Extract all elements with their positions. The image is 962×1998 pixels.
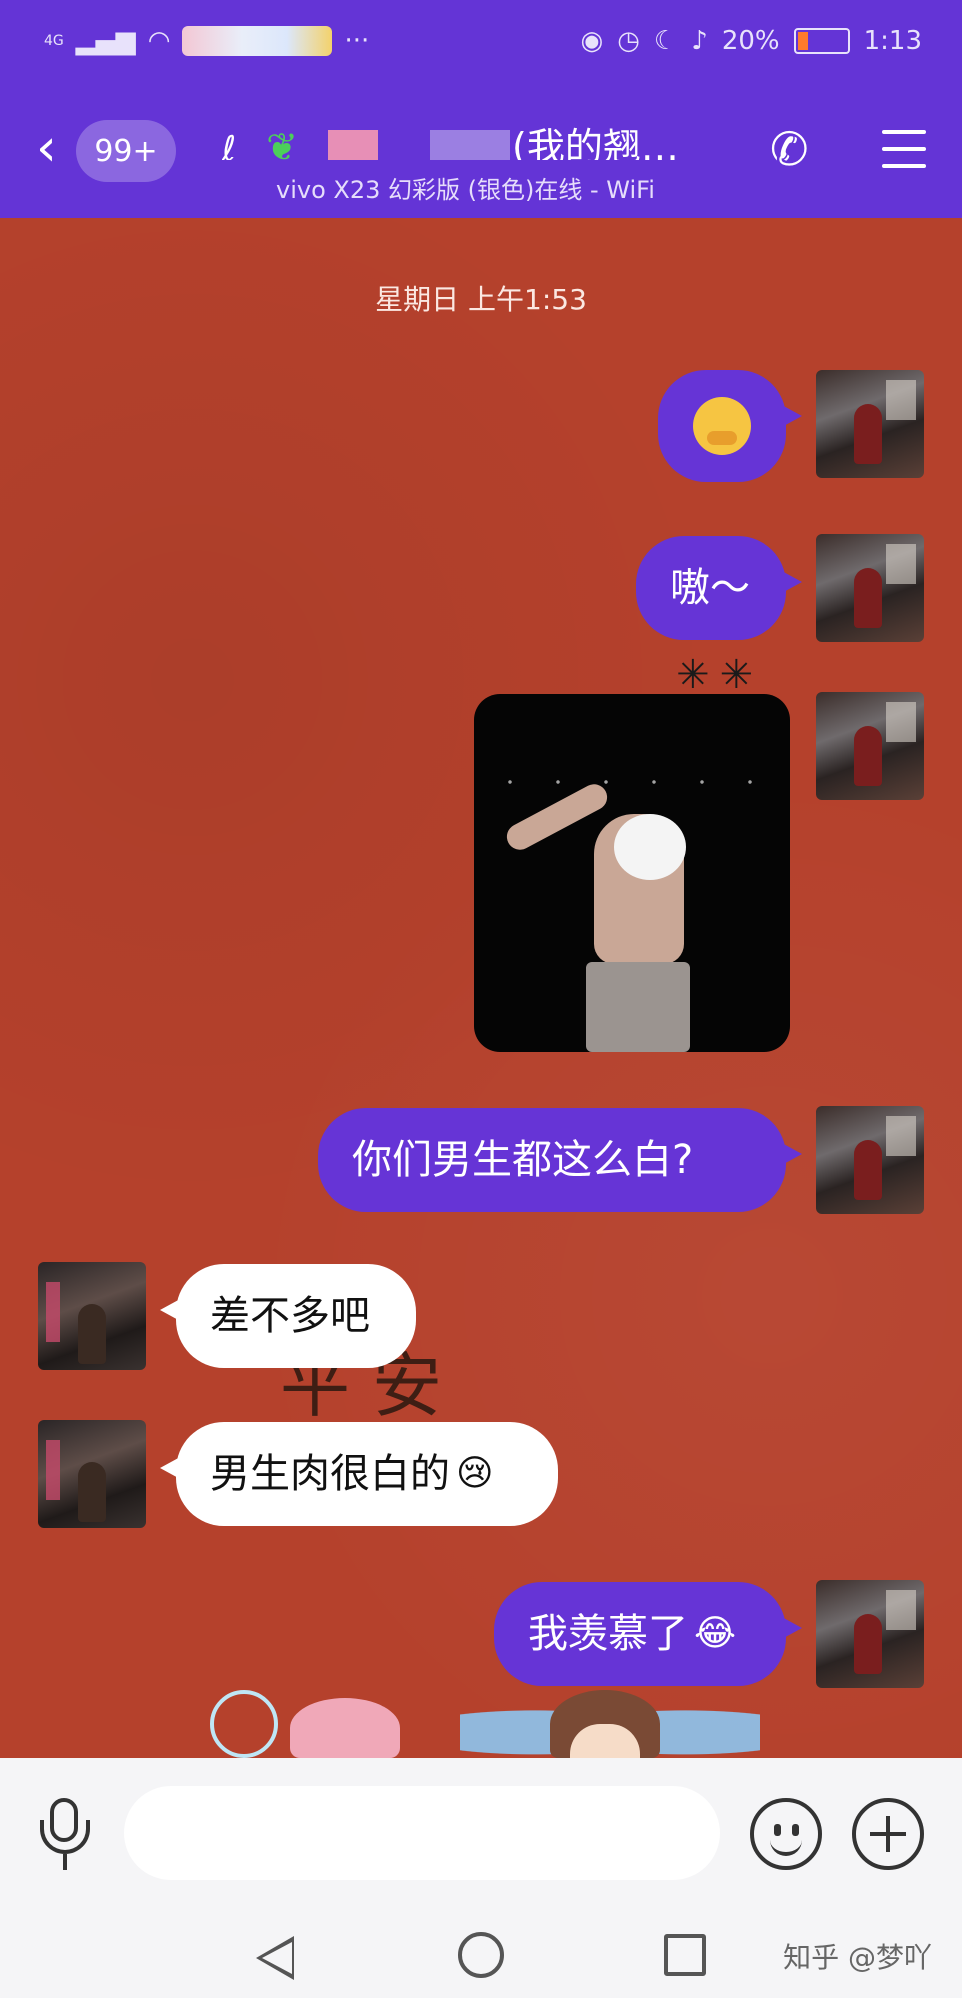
title-suffix: (我的翘… [512, 125, 679, 160]
message-bubble[interactable]: 我羡慕了 😂 [494, 1582, 802, 1686]
nav-back-icon[interactable] [256, 1936, 294, 1980]
my-avatar[interactable] [816, 1580, 924, 1688]
more-notifications-icon: ··· [344, 26, 370, 56]
alarm-icon: ◷ [617, 26, 640, 56]
message-text: 我羡慕了 [528, 1611, 688, 1657]
input-bar [0, 1758, 962, 1908]
message-timestamp: 星期日 上午1:53 [375, 283, 587, 316]
chat-header: ‹ 99+ ℓ ❦ (我的翘… vivo X23 幻彩版 (银色)在线 - Wi… [0, 100, 962, 218]
mute-bell-icon: ♪ [691, 26, 708, 56]
my-avatar[interactable] [816, 692, 924, 800]
blurred-name-part [430, 129, 511, 160]
crying-face-icon: 😢 [456, 1453, 494, 1494]
pink-hair-sticker [290, 1698, 400, 1758]
message-bubble[interactable]: 你们男生都这么白? [318, 1108, 802, 1212]
my-avatar[interactable] [816, 370, 924, 478]
chevron-left-icon[interactable]: ‹ [36, 122, 57, 174]
dreamcatcher-sticker [210, 1690, 278, 1758]
contact-avatar[interactable] [38, 1420, 146, 1528]
ear-icon: ℓ [222, 129, 237, 160]
sticker-decoration-strip [0, 1690, 962, 1758]
microphone-icon[interactable] [40, 1798, 90, 1870]
nav-recent-apps-icon[interactable] [664, 1934, 706, 1976]
my-avatar[interactable] [816, 1106, 924, 1214]
message-image[interactable] [474, 694, 790, 1052]
phone-icon[interactable]: ✆ [770, 122, 809, 176]
unread-badge[interactable]: 99+ [76, 120, 176, 182]
chat-subtitle: vivo X23 幻彩版 (银色)在线 - WiFi [276, 176, 655, 204]
contact-avatar[interactable] [38, 1262, 146, 1370]
hugging-face-icon [693, 397, 751, 455]
moon-icon: ☾ [653, 26, 678, 56]
smiley-icon[interactable] [750, 1798, 822, 1870]
message-bubble-emoji[interactable] [658, 370, 802, 482]
my-avatar[interactable] [816, 534, 924, 642]
sticker-decoration-stars: ✳✳ [676, 652, 764, 698]
wifi-icon: ◠ [147, 26, 171, 56]
battery-percent: 20% [721, 26, 780, 56]
message-bubble[interactable]: 嗷～ [636, 536, 802, 640]
top-bar: 4G ▂▄▆ ◠ ··· ◉ ◷ ☾ ♪ 20% 1:13 ‹ 99+ ℓ ❦ … [0, 0, 962, 218]
girl-sticker [550, 1690, 660, 1758]
nav-home-icon[interactable] [458, 1932, 504, 1978]
plus-circle-icon[interactable] [852, 1798, 924, 1870]
battery-icon [793, 28, 850, 54]
signal-icon: ▂▄▆ [75, 26, 136, 56]
chat-title[interactable]: ℓ ❦ (我的翘… [222, 116, 742, 160]
title-icons: ℓ ❦ [222, 125, 512, 160]
hamburger-menu-icon[interactable] [882, 130, 926, 181]
message-input[interactable] [124, 1786, 720, 1880]
system-nav-bar: 知乎 @梦吖 [0, 1908, 962, 1998]
network-type: 4G [44, 33, 64, 49]
clock: 1:13 [863, 26, 922, 56]
status-bar: 4G ▂▄▆ ◠ ··· ◉ ◷ ☾ ♪ 20% 1:13 [0, 0, 962, 88]
sprout-icon: ❦ [266, 125, 298, 160]
eye-icon: ◉ [580, 26, 604, 56]
laughing-tears-face-icon: 😂 [694, 1613, 737, 1654]
message-bubble[interactable]: 差不多吧 [160, 1264, 416, 1368]
blurred-name-part [328, 129, 379, 160]
message-bubble[interactable]: 男生肉很白的 😢 [160, 1422, 558, 1526]
message-text: 男生肉很白的 [210, 1451, 450, 1497]
blurred-notification [182, 26, 333, 56]
watermark: 知乎 @梦吖 [783, 1941, 932, 1974]
